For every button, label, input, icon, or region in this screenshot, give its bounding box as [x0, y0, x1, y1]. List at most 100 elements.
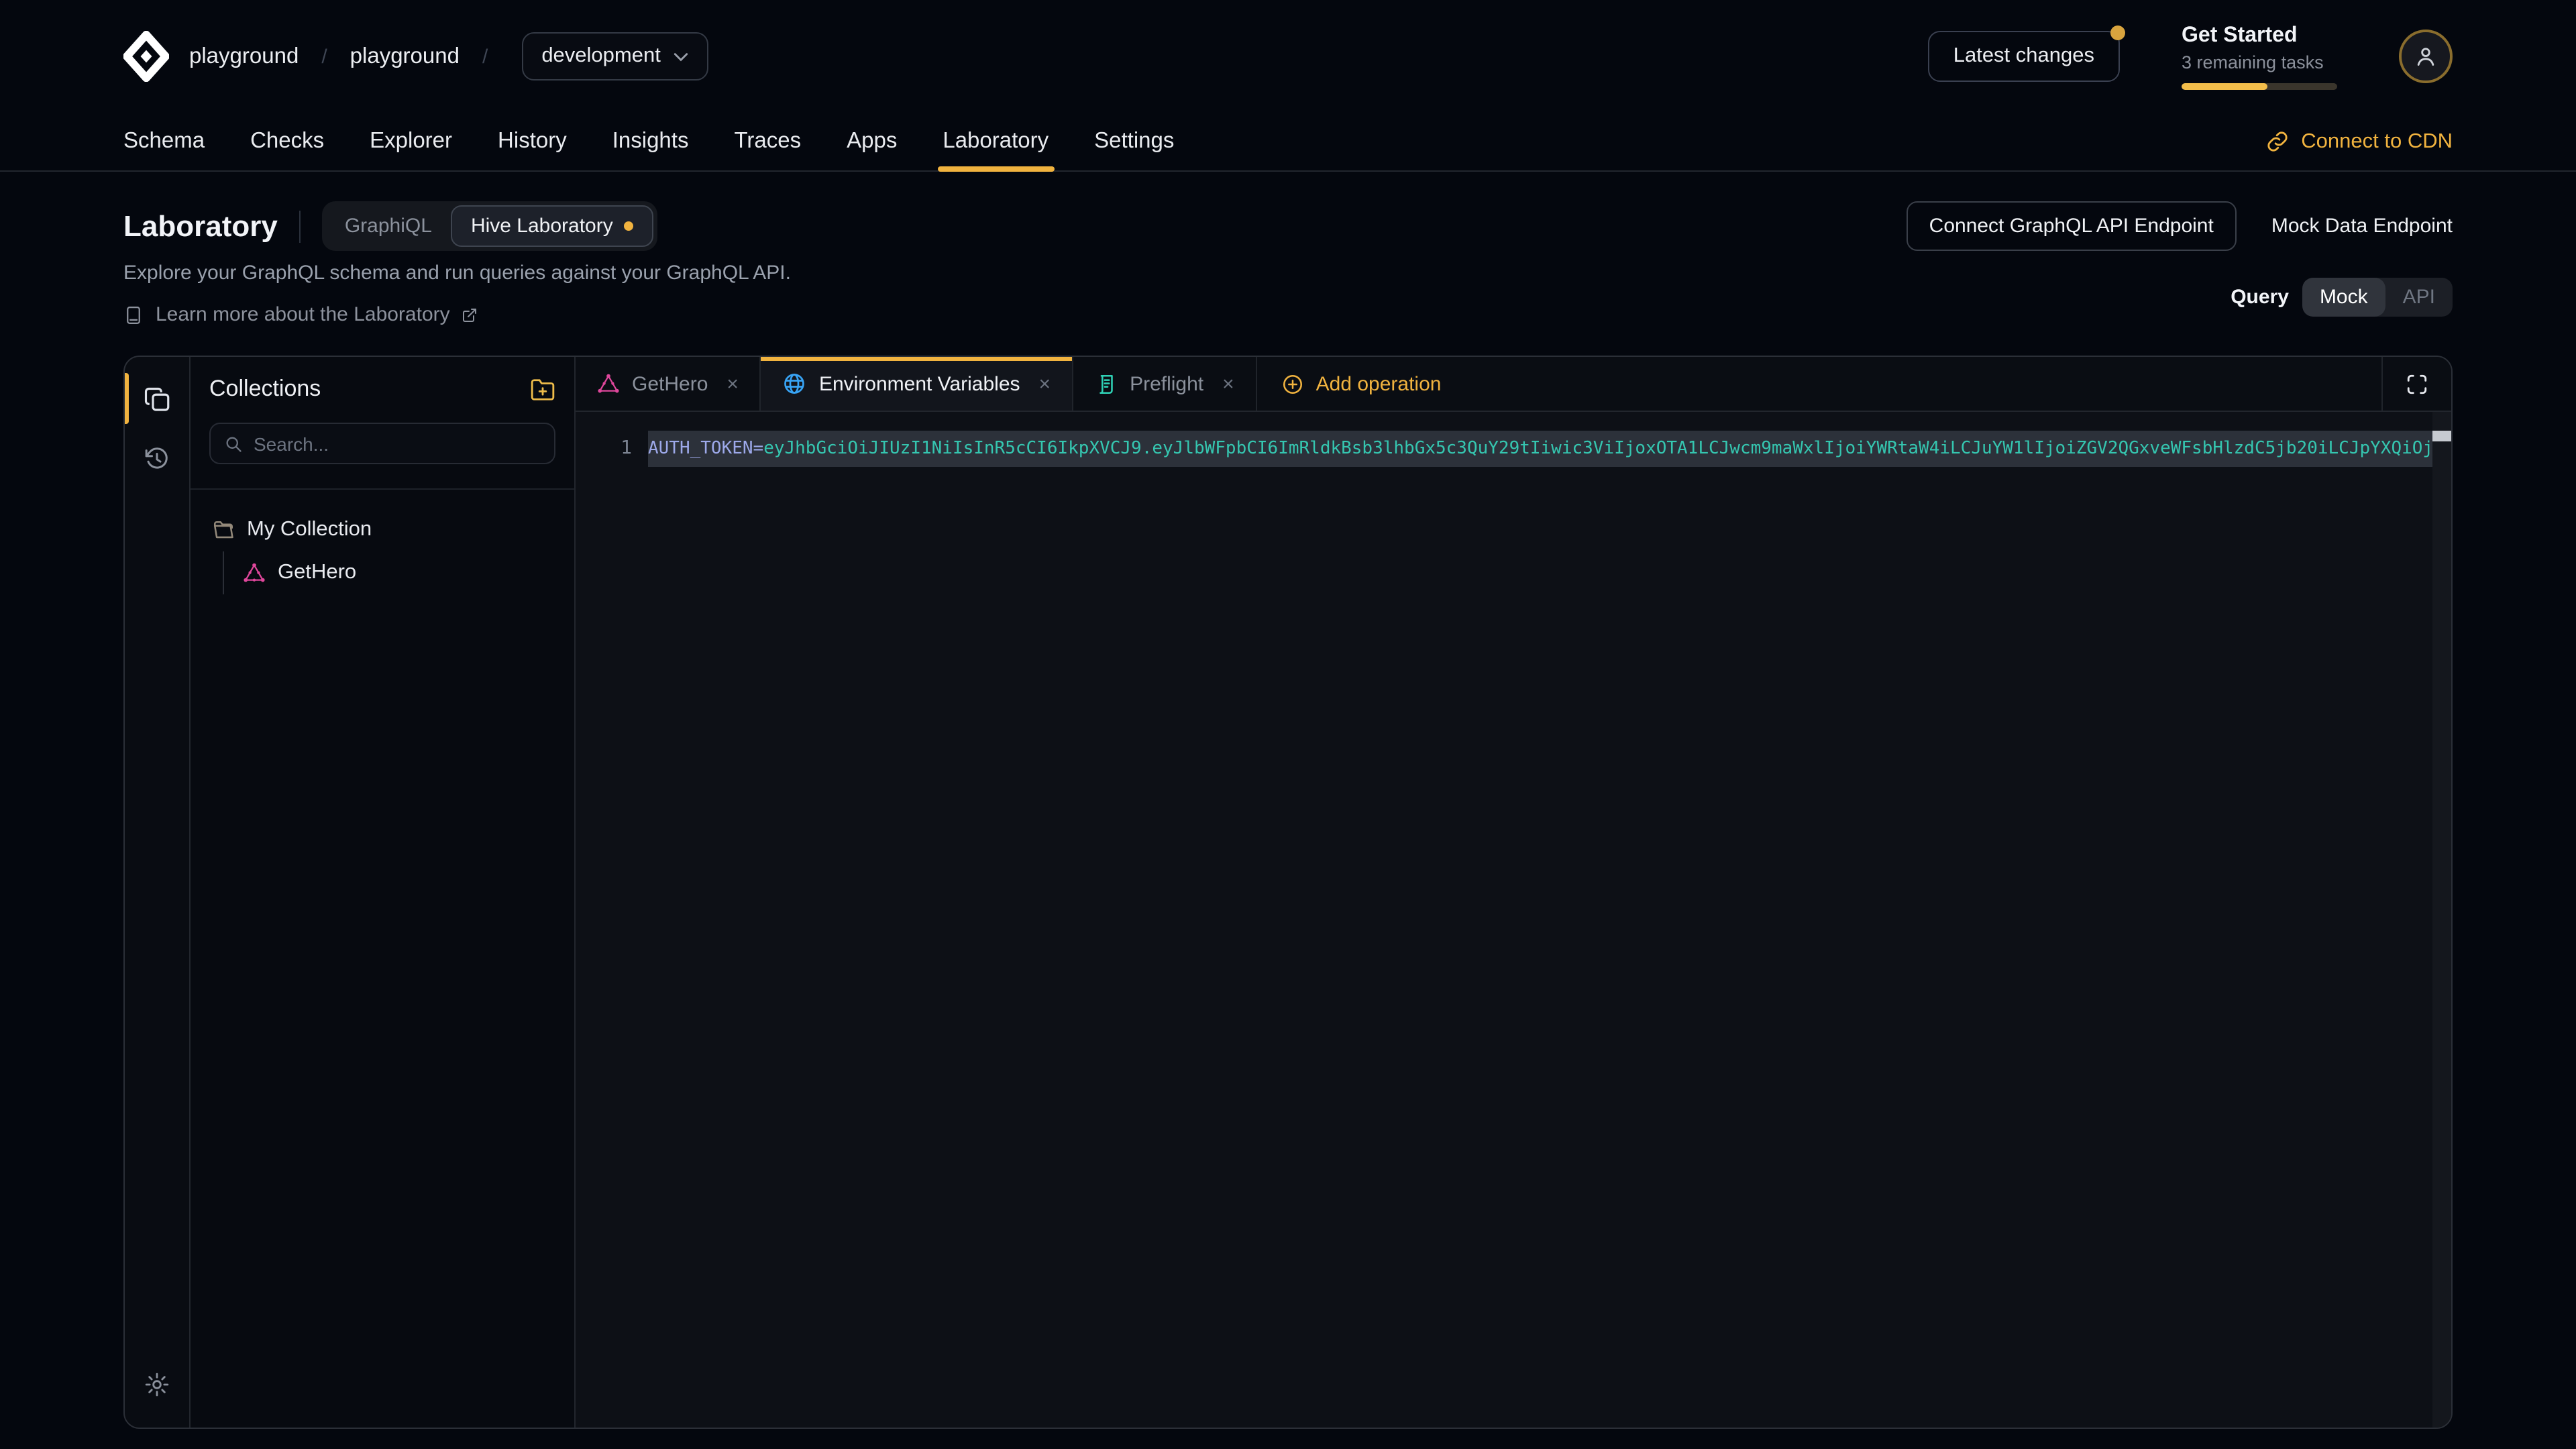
page-title: Laboratory	[123, 209, 278, 244]
avatar[interactable]	[2399, 30, 2453, 83]
nav-item-insights[interactable]: Insights	[612, 113, 689, 170]
gear-icon	[144, 1371, 170, 1398]
collection-folder-row[interactable]: My Collection	[207, 511, 558, 549]
close-icon[interactable]: ×	[1222, 374, 1234, 394]
editor-scrollbar-track	[2432, 412, 2451, 1428]
connect-to-cdn-label: Connect to CDN	[2301, 129, 2453, 154]
icon-rail	[125, 357, 191, 1428]
mock-data-endpoint-button[interactable]: Mock Data Endpoint	[2271, 215, 2453, 237]
env-variable-value: eyJhbGciOiJIUzI1NiIsInR5cCI6IkpXVCJ9.eyJ…	[763, 439, 2432, 459]
toggle-hive-laboratory[interactable]: Hive Laboratory	[451, 205, 653, 247]
editor-column: GetHero × Environment Variables ×	[576, 357, 2451, 1428]
learn-more-label: Learn more about the Laboratory	[156, 303, 450, 326]
close-icon[interactable]: ×	[727, 374, 739, 394]
get-started-progress-fill	[2182, 83, 2267, 89]
get-started-progress	[2182, 83, 2337, 89]
breadcrumb-org[interactable]: playground	[189, 44, 299, 69]
tab-label: Preflight	[1130, 372, 1203, 395]
folder-open-icon	[212, 519, 235, 541]
code-line[interactable]: AUTH_TOKEN=eyJhbGciOiJIUzI1NiIsInR5cCI6I…	[648, 431, 2432, 467]
editor-tab-bar: GetHero × Environment Variables ×	[576, 357, 2451, 412]
operation-label: GetHero	[278, 561, 356, 585]
get-started-subtitle: 3 remaining tasks	[2182, 52, 2337, 72]
nav-item-history[interactable]: History	[498, 113, 567, 170]
tab-environment-variables[interactable]: Environment Variables ×	[761, 357, 1073, 411]
hive-logo-icon[interactable]	[123, 31, 169, 82]
title-divider	[299, 210, 301, 242]
collections-rail-button[interactable]	[130, 370, 184, 429]
page-header-right: Connect GraphQL API Endpoint Mock Data E…	[1907, 201, 2453, 326]
breadcrumb-separator: /	[480, 45, 490, 68]
globe-icon	[783, 372, 807, 396]
hive-laboratory-dot	[624, 221, 633, 231]
collections-icon	[143, 386, 171, 414]
env-variable-name: AUTH_TOKEN=	[648, 439, 763, 459]
history-rail-button[interactable]	[130, 429, 184, 488]
settings-rail-button[interactable]	[130, 1355, 184, 1414]
toggle-hive-laboratory-label: Hive Laboratory	[471, 215, 613, 237]
endpoint-mode-api[interactable]: API	[2385, 278, 2453, 317]
query-mode-label: Query	[2231, 286, 2289, 309]
graphql-icon	[597, 372, 620, 395]
collections-sidebar: Collections	[191, 357, 576, 1428]
breadcrumb: playground / playground / development	[123, 31, 709, 82]
book-icon	[123, 304, 144, 325]
get-started-title: Get Started	[2182, 23, 2337, 48]
folder-plus-icon[interactable]	[530, 376, 555, 402]
latest-changes-label: Latest changes	[1953, 44, 2094, 67]
hive-app: playground / playground / development La…	[0, 0, 2576, 1449]
page-header: Laboratory GraphiQL Hive Laboratory Expl…	[0, 172, 2576, 326]
top-bar-right: Latest changes Get Started 3 remaining t…	[1928, 23, 2453, 89]
link-icon	[2266, 130, 2289, 153]
nav-item-traces[interactable]: Traces	[734, 113, 801, 170]
page-header-left: Laboratory GraphiQL Hive Laboratory Expl…	[123, 201, 791, 326]
top-bar: playground / playground / development La…	[0, 0, 2576, 113]
nav-item-schema[interactable]: Schema	[123, 113, 205, 170]
rail-active-indicator	[125, 373, 129, 424]
search-input[interactable]	[254, 433, 541, 454]
collections-tree: My Collection	[191, 490, 574, 616]
target-select-value: development	[541, 44, 661, 68]
page-description: Explore your GraphQL schema and run quer…	[123, 262, 791, 284]
fullscreen-icon	[2406, 372, 2428, 395]
breadcrumb-separator: /	[319, 45, 329, 68]
add-operation-button[interactable]: Add operation	[1257, 357, 1466, 411]
laboratory-panel: Collections	[123, 356, 2453, 1429]
editor-scrollbar-thumb[interactable]	[2432, 431, 2451, 441]
add-operation-label: Add operation	[1316, 372, 1442, 395]
collection-folder-label: My Collection	[247, 518, 372, 542]
environment-variables-editor[interactable]: 1 AUTH_TOKEN=eyJhbGciOiJIUzI1NiIsInR5cCI…	[576, 412, 2451, 1428]
user-icon	[2412, 43, 2439, 70]
editor-mode-toggle: GraphiQL Hive Laboratory	[322, 201, 657, 251]
main-nav: Schema Checks Explorer History Insights …	[0, 113, 2576, 172]
nav-item-laboratory[interactable]: Laboratory	[943, 113, 1049, 170]
nav-item-explorer[interactable]: Explorer	[370, 113, 452, 170]
toggle-graphiql[interactable]: GraphiQL	[326, 207, 451, 246]
external-link-icon	[462, 307, 478, 323]
graphql-icon	[243, 561, 266, 584]
get-started-widget[interactable]: Get Started 3 remaining tasks	[2182, 23, 2337, 89]
connect-to-cdn-link[interactable]: Connect to CDN	[2266, 129, 2453, 154]
endpoint-mode-segmented: Mock API	[2302, 278, 2453, 317]
tab-gethero[interactable]: GetHero ×	[576, 357, 761, 411]
tab-label: Environment Variables	[819, 372, 1020, 395]
line-number: 1	[576, 431, 632, 467]
connect-graphql-endpoint-button[interactable]: Connect GraphQL API Endpoint	[1907, 201, 2237, 251]
endpoint-mode-mock[interactable]: Mock	[2302, 278, 2385, 317]
target-select[interactable]: development	[521, 32, 709, 80]
breadcrumb-project[interactable]: playground	[350, 44, 460, 69]
latest-changes-button[interactable]: Latest changes	[1928, 31, 2120, 82]
notification-dot	[2110, 25, 2125, 40]
operation-row-gethero[interactable]: GetHero	[243, 551, 558, 594]
collections-search	[209, 423, 555, 464]
nav-item-settings[interactable]: Settings	[1094, 113, 1174, 170]
tab-preflight[interactable]: Preflight ×	[1073, 357, 1257, 411]
fullscreen-button[interactable]	[2381, 357, 2451, 411]
script-icon	[1095, 372, 1118, 395]
nav-item-checks[interactable]: Checks	[250, 113, 324, 170]
nav-item-apps[interactable]: Apps	[847, 113, 897, 170]
chevron-down-icon	[674, 52, 689, 61]
learn-more-link[interactable]: Learn more about the Laboratory	[123, 303, 791, 326]
tab-bar-spacer	[1465, 357, 2381, 411]
close-icon[interactable]: ×	[1039, 374, 1051, 394]
